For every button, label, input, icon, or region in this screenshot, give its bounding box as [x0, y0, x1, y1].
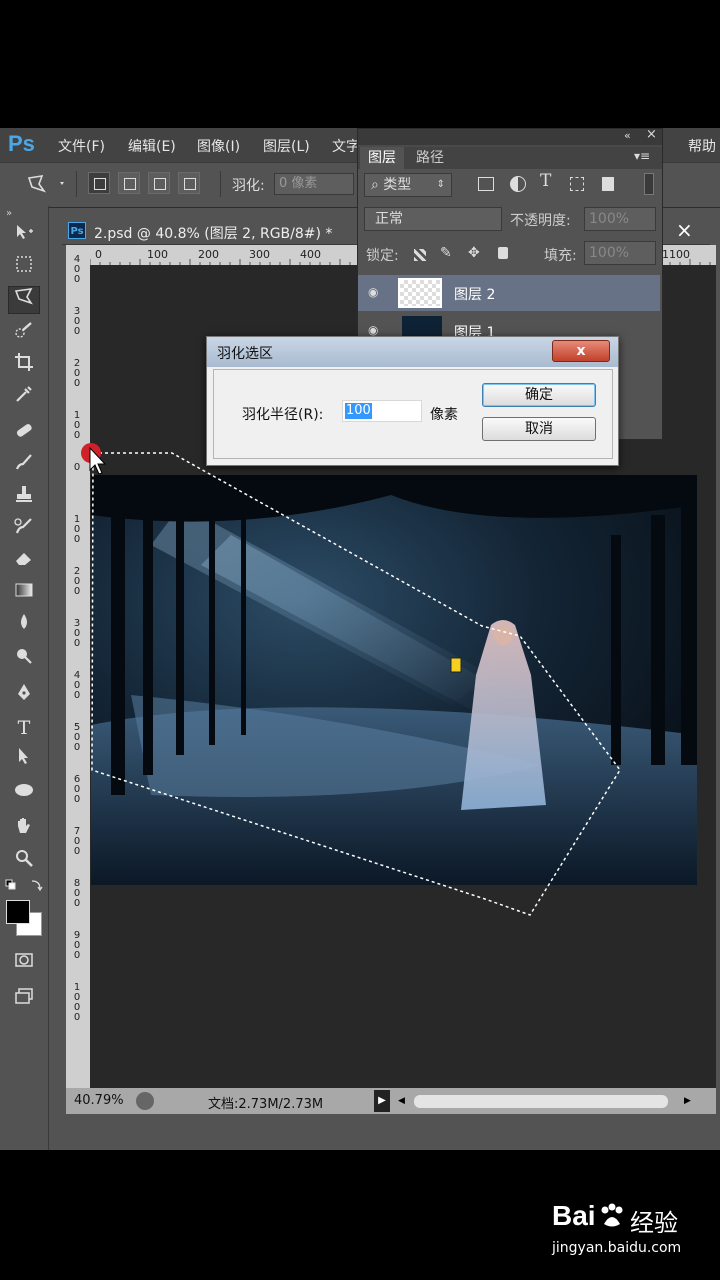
eye-icon[interactable]: ◉: [368, 323, 378, 337]
lock-pixels-icon[interactable]: ✎: [440, 245, 452, 261]
scroll-left-icon[interactable]: ◀: [398, 1096, 405, 1106]
watermark-brand: Bai: [552, 1200, 596, 1231]
watermark-brand-2: 经验: [630, 1209, 678, 1237]
lock-all-icon[interactable]: [498, 247, 508, 259]
search-icon: ⌕: [371, 177, 384, 193]
cancel-button[interactable]: 取消: [482, 417, 596, 441]
eye-icon[interactable]: ◉: [368, 285, 378, 299]
status-menu-arrow-icon[interactable]: ▶: [374, 1090, 390, 1112]
panel-tabs: 图层 路径 ▾≡: [358, 147, 662, 169]
opacity-input[interactable]: 100%: [584, 207, 656, 231]
layer-row-2[interactable]: ◉ 图层 2: [358, 275, 660, 311]
dialog-title: 羽化选区: [217, 346, 273, 362]
filter-type-icon[interactable]: T: [540, 171, 551, 191]
horizontal-scrollbar-thumb[interactable]: [414, 1095, 668, 1108]
opacity-label: 不透明度:: [510, 213, 571, 229]
panel-collapse-icon[interactable]: «: [624, 129, 631, 142]
document-size: 文档:2.73M/2.73M: [208, 1097, 324, 1112]
tab-paths[interactable]: 路径: [408, 147, 452, 169]
feather-radius-input[interactable]: 100: [342, 400, 422, 422]
fill-input[interactable]: 100%: [584, 241, 656, 265]
layer-filter-label: 类型: [383, 177, 412, 193]
fill-label: 填充:: [544, 248, 577, 264]
feather-selection-dialog: 羽化选区 x 羽化半径(R): 100 像素 确定 取消: [206, 336, 619, 466]
watermark-url: jingyan.baidu.com: [552, 1240, 682, 1256]
feather-radius-label: 羽化半径(R):: [242, 407, 324, 423]
filter-toggle-switch[interactable]: [644, 173, 654, 195]
filter-pixel-icon[interactable]: [478, 177, 494, 191]
paw-icon: [598, 1202, 626, 1230]
blend-mode-select[interactable]: 正常: [364, 207, 502, 231]
tab-layers[interactable]: 图层: [360, 147, 404, 169]
zoom-level[interactable]: 40.79%: [74, 1093, 124, 1108]
scroll-right-icon[interactable]: ▶: [684, 1096, 691, 1106]
filter-smart-object-icon[interactable]: [602, 177, 614, 191]
lock-label: 锁定:: [366, 248, 399, 264]
ok-button[interactable]: 确定: [482, 383, 596, 407]
unit-label: 像素: [430, 407, 458, 423]
layer-name[interactable]: 图层 2: [454, 284, 495, 304]
photoshop-window: Ps 文件(F) 编辑(E) 图像(I) 图层(L) 文字 帮助 羽化: 0 像…: [0, 128, 720, 1150]
feather-radius-value: 100: [345, 403, 372, 419]
dialog-body: 羽化半径(R): 100 像素 确定 取消: [213, 369, 613, 459]
lock-transparent-icon[interactable]: [414, 249, 426, 261]
panel-close-icon[interactable]: ×: [646, 128, 657, 142]
chevron-updown-icon: ⇕: [436, 179, 445, 190]
filter-adjustment-icon[interactable]: [510, 176, 526, 192]
panel-menu-icon[interactable]: ▾≡: [634, 149, 650, 163]
layer-filter-select[interactable]: ⌕ 类型 ⇕: [364, 173, 452, 197]
dialog-titlebar[interactable]: 羽化选区 x: [207, 337, 618, 367]
status-info-icon[interactable]: [136, 1092, 154, 1110]
panel-titlebar[interactable]: « ×: [358, 128, 662, 145]
lock-position-icon[interactable]: ✥: [468, 245, 480, 261]
dialog-close-button[interactable]: x: [552, 340, 610, 362]
filter-shape-icon[interactable]: [570, 177, 584, 191]
baidu-jingyan-watermark: Bai 经验 jingyan.baidu.com: [552, 1200, 712, 1260]
status-bar: 40.79% 文档:2.73M/2.73M ▶ ◀ ▶: [66, 1088, 716, 1114]
layer-thumbnail: [398, 278, 442, 308]
